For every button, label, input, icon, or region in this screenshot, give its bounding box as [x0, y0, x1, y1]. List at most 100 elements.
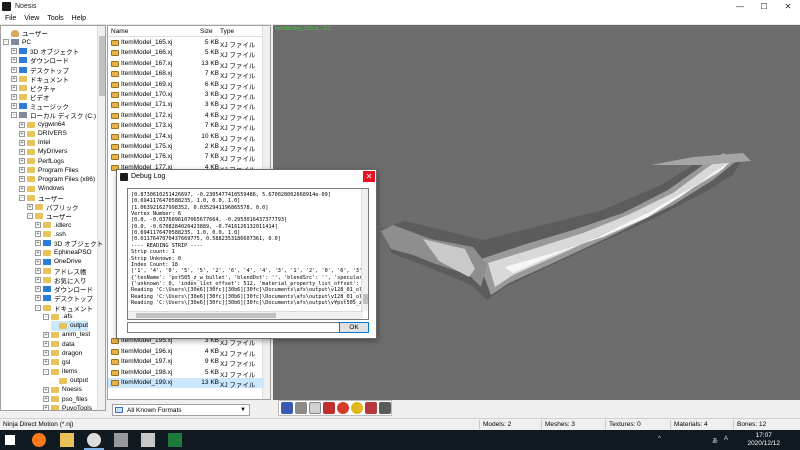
log-horizontal-scrollbar[interactable]	[128, 311, 363, 319]
wireframe-icon[interactable]	[295, 402, 307, 414]
close-button[interactable]: ✕	[776, 0, 800, 13]
collapse-icon[interactable]: -	[27, 213, 33, 219]
command-input[interactable]	[127, 322, 349, 333]
expand-icon[interactable]: +	[35, 286, 41, 293]
expand-icon[interactable]: +	[11, 57, 17, 64]
expand-icon[interactable]: +	[11, 94, 17, 101]
menu-view[interactable]: View	[24, 15, 39, 22]
expand-icon[interactable]: +	[35, 222, 41, 229]
file-row[interactable]: ItemModel_175.xj 2 KB XJ ファイル	[108, 142, 264, 153]
collapse-icon[interactable]: -	[43, 313, 49, 320]
collapse-icon[interactable]: -	[19, 194, 25, 201]
expand-icon[interactable]: +	[11, 75, 17, 82]
light-icon[interactable]	[351, 402, 363, 414]
column-type[interactable]: Type	[220, 28, 234, 35]
clock[interactable]: 17:07 2020/12/12	[747, 432, 780, 448]
chart-icon[interactable]	[309, 402, 321, 414]
info-icon[interactable]	[281, 402, 293, 414]
dialog-close-button[interactable]: ✕	[363, 171, 375, 182]
column-size[interactable]: Size	[200, 28, 213, 35]
noesis-task-icon[interactable]	[87, 433, 101, 447]
menu-bar: File View Tools Help	[0, 13, 800, 25]
expand-icon[interactable]: +	[19, 158, 25, 165]
skeleton-icon[interactable]	[323, 402, 335, 414]
xj-file-icon	[111, 60, 119, 67]
sphere-icon[interactable]	[337, 402, 349, 414]
expand-icon[interactable]: +	[43, 396, 49, 402]
start-icon[interactable]	[5, 435, 15, 445]
file-row[interactable]: ItemModel_198.xj 5 KB XJ ファイル	[108, 368, 264, 379]
format-filter-select[interactable]: All Known Formats ▼	[112, 404, 250, 416]
ime-mode[interactable]: あ	[712, 436, 718, 445]
expand-icon[interactable]: +	[35, 249, 41, 256]
file-row[interactable]: ItemModel_197.xj 9 KB XJ ファイル	[108, 357, 264, 368]
expand-icon[interactable]: +	[19, 148, 25, 155]
ime-alpha[interactable]: A	[724, 436, 728, 442]
file-row[interactable]: ItemModel_172.xj 4 KB XJ ファイル	[108, 111, 264, 122]
file-row[interactable]: ItemModel_176.xj 7 KB XJ ファイル	[108, 152, 264, 163]
tree-scrollbar[interactable]	[97, 26, 105, 410]
expand-icon[interactable]: +	[43, 350, 49, 357]
file-row[interactable]: ItemModel_171.xj 3 KB XJ ファイル	[108, 100, 264, 111]
expand-icon[interactable]: +	[35, 295, 41, 302]
tray-chevron-icon[interactable]: ^	[658, 436, 661, 442]
expand-icon[interactable]: +	[19, 167, 25, 174]
file-row[interactable]: ItemModel_199.xj 13 KB XJ ファイル	[108, 378, 264, 389]
dialog-title-bar[interactable]: Debug Log ✕	[117, 170, 376, 184]
log-v-thumb[interactable]	[363, 294, 368, 304]
menu-file[interactable]: File	[5, 15, 16, 22]
expand-icon[interactable]: +	[11, 103, 17, 110]
file-row[interactable]: ItemModel_165.xj 5 KB XJ ファイル	[108, 38, 264, 49]
file-row[interactable]: ItemModel_169.xj 6 KB XJ ファイル	[108, 80, 264, 91]
minimize-button[interactable]: —	[728, 0, 752, 13]
expand-icon[interactable]: +	[35, 240, 41, 247]
column-name[interactable]: Name	[111, 28, 128, 35]
expand-icon[interactable]: +	[35, 258, 41, 265]
app-task-icon[interactable]	[114, 433, 128, 447]
expand-icon[interactable]: +	[19, 185, 25, 192]
firefox-icon[interactable]	[32, 433, 46, 447]
excel-icon[interactable]	[168, 433, 182, 447]
expand-icon[interactable]: +	[43, 405, 49, 410]
folder-tree[interactable]: ユーザー - PC +3D オブジェクト + ダウンロード + デスクトップ + ドキュメント + ピ…	[0, 25, 106, 411]
expand-icon[interactable]: +	[43, 331, 49, 338]
expand-icon[interactable]: +	[35, 277, 41, 284]
expand-icon[interactable]: +	[27, 203, 33, 210]
expand-icon[interactable]: +	[35, 231, 41, 238]
menu-help[interactable]: Help	[72, 15, 86, 22]
log-h-thumb[interactable]	[136, 313, 276, 318]
expand-icon[interactable]: +	[43, 386, 49, 393]
tree-item[interactable]: + PuyoTools	[43, 403, 92, 410]
maximize-button[interactable]: ☐	[752, 0, 776, 13]
collapse-icon[interactable]: -	[11, 112, 17, 119]
debug-log-text[interactable]: Reading 'C:\Users\[30e6][30fc][30b6][30f…	[127, 188, 369, 320]
expand-icon[interactable]: +	[19, 176, 25, 183]
menu-tools[interactable]: Tools	[47, 15, 63, 22]
expand-icon[interactable]: +	[19, 130, 25, 137]
tree-scroll-thumb[interactable]	[99, 36, 105, 96]
file-row[interactable]: ItemModel_174.xj 10 KB XJ ファイル	[108, 132, 264, 143]
expand-icon[interactable]: +	[19, 139, 25, 146]
file-row[interactable]: ItemModel_167.xj 13 KB XJ ファイル	[108, 59, 264, 70]
file-row[interactable]: ItemModel_170.xj 3 KB XJ ファイル	[108, 90, 264, 101]
file-row[interactable]: ItemModel_168.xj 7 KB XJ ファイル	[108, 69, 264, 80]
expand-icon[interactable]: +	[11, 48, 17, 55]
collapse-icon[interactable]: -	[43, 368, 49, 375]
notepad-icon[interactable]	[141, 433, 155, 447]
animation-icon[interactable]	[365, 402, 377, 414]
collapse-icon[interactable]: -	[35, 304, 41, 311]
file-row[interactable]: ItemModel_173.xj 7 KB XJ ファイル	[108, 121, 264, 132]
file-row[interactable]: ItemModel_166.xj 5 KB XJ ファイル	[108, 48, 264, 59]
settings-icon[interactable]	[379, 402, 391, 414]
expand-icon[interactable]: +	[11, 84, 17, 91]
collapse-icon[interactable]: -	[3, 39, 9, 46]
log-vertical-scrollbar[interactable]	[361, 189, 368, 311]
expand-icon[interactable]: +	[19, 121, 25, 128]
file-row[interactable]: ItemModel_196.xj 4 KB XJ ファイル	[108, 347, 264, 358]
expand-icon[interactable]: +	[43, 341, 49, 348]
expand-icon[interactable]: +	[43, 359, 49, 366]
expand-icon[interactable]: +	[11, 66, 17, 73]
expand-icon[interactable]: +	[35, 267, 41, 274]
ok-button[interactable]: OK	[339, 322, 369, 333]
file-explorer-icon[interactable]	[60, 433, 74, 447]
